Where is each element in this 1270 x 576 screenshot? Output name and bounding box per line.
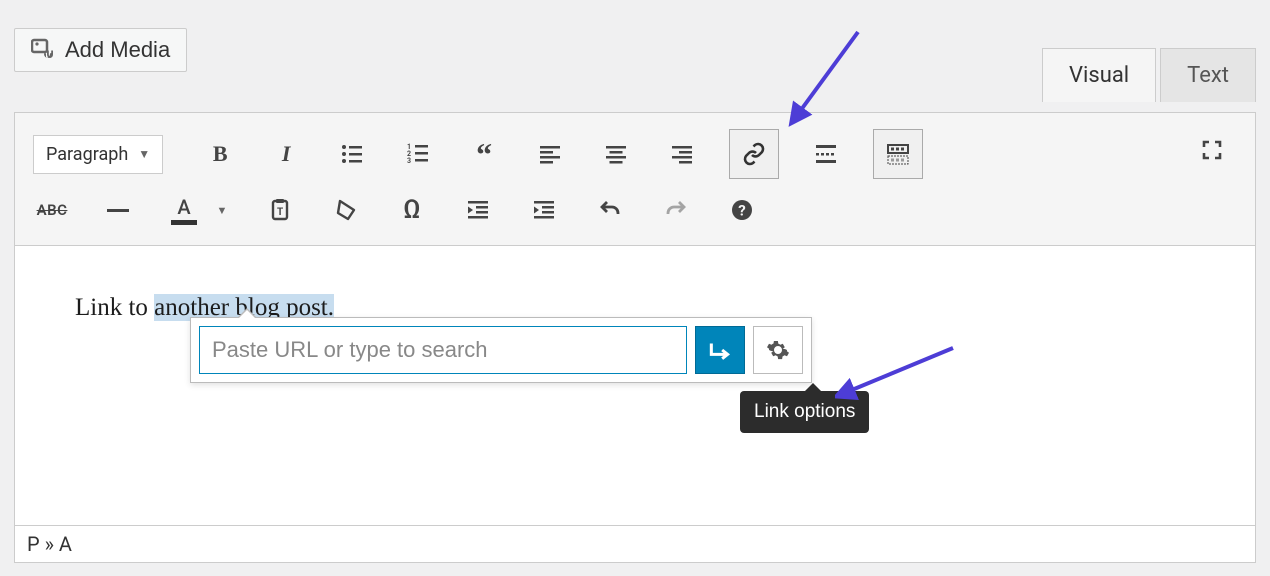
strikethrough-button[interactable]: ABC bbox=[33, 191, 71, 229]
add-media-button[interactable]: Add Media bbox=[14, 28, 187, 72]
align-right-button[interactable] bbox=[663, 135, 701, 173]
bullet-list-button[interactable] bbox=[333, 135, 371, 173]
blockquote-button[interactable]: “ bbox=[465, 135, 503, 173]
svg-text:?: ? bbox=[738, 202, 745, 220]
horizontal-rule-button[interactable] bbox=[99, 191, 137, 229]
undo-button[interactable] bbox=[591, 191, 629, 229]
indent-button[interactable] bbox=[525, 191, 563, 229]
paste-text-button[interactable]: T bbox=[261, 191, 299, 229]
media-icon bbox=[31, 38, 55, 62]
special-character-button[interactable]: Ω bbox=[393, 191, 431, 229]
link-options-button[interactable] bbox=[753, 326, 803, 374]
read-more-button[interactable] bbox=[807, 135, 845, 173]
numbered-list-button[interactable]: 123 bbox=[399, 135, 437, 173]
clear-formatting-button[interactable] bbox=[327, 191, 365, 229]
link-url-input[interactable] bbox=[199, 326, 687, 374]
svg-text:T: T bbox=[277, 207, 283, 218]
align-left-button[interactable] bbox=[531, 135, 569, 173]
editor-mode-tabs: Visual Text bbox=[1042, 48, 1256, 102]
svg-text:3: 3 bbox=[407, 157, 411, 165]
footer-element-path: P » A bbox=[14, 526, 1256, 563]
link-options-tooltip: Link options bbox=[740, 391, 869, 433]
editor-content-area[interactable]: Link to another blog post. Link options bbox=[14, 246, 1256, 526]
redo-button[interactable] bbox=[657, 191, 695, 229]
caret-down-icon: ▼ bbox=[138, 147, 150, 161]
tab-visual[interactable]: Visual bbox=[1042, 48, 1156, 102]
format-label: Paragraph bbox=[46, 144, 128, 165]
add-media-label: Add Media bbox=[65, 37, 170, 63]
text-color-button[interactable]: A bbox=[165, 191, 203, 229]
help-button[interactable]: ? bbox=[723, 191, 761, 229]
editor-toolbar: Paragraph ▼ B I 123 “ bbox=[14, 112, 1256, 246]
insert-link-button[interactable] bbox=[729, 129, 779, 179]
text-color-dropdown[interactable]: ▼ bbox=[211, 191, 233, 229]
toolbar-toggle-button[interactable] bbox=[873, 129, 923, 179]
apply-link-button[interactable] bbox=[695, 326, 745, 374]
text-before: Link to bbox=[75, 294, 154, 321]
bold-button[interactable]: B bbox=[201, 135, 239, 173]
italic-button[interactable]: I bbox=[267, 135, 305, 173]
outdent-button[interactable] bbox=[459, 191, 497, 229]
align-center-button[interactable] bbox=[597, 135, 635, 173]
format-select[interactable]: Paragraph ▼ bbox=[33, 135, 163, 174]
fullscreen-button[interactable] bbox=[1193, 131, 1231, 169]
tab-text[interactable]: Text bbox=[1160, 48, 1256, 102]
link-insert-popup bbox=[190, 317, 812, 383]
